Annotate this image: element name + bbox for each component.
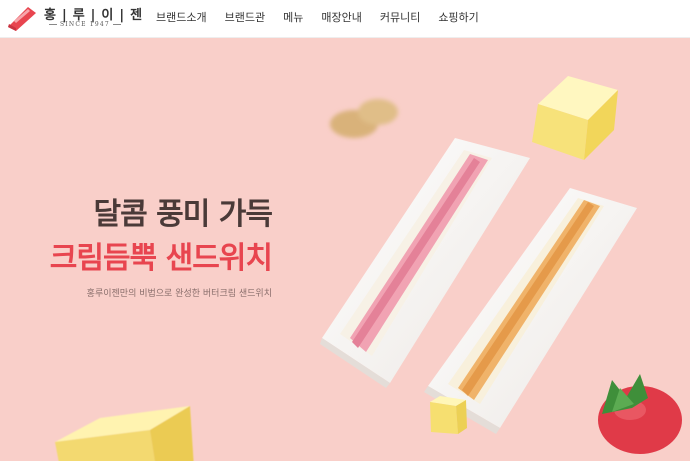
hero-subtext: 홍루이젠만의 비법으로 완성한 버터크림 샌드위치 [86,289,272,299]
butter-block-blurred [55,406,194,461]
hero-banner: 달콤 풍미 가득 크림듬뿍 샌드위치 홍루이젠만의 비법으로 완성한 버터크림 … [0,38,690,461]
main-nav: 브랜드소개 브랜드관 메뉴 매장안내 커뮤니티 쇼핑하기 [156,9,497,25]
butter-cube-top [532,76,618,160]
butter-cube-small [430,396,467,434]
brand-since: SINCE 1947 [46,21,124,28]
strawberry-image [598,374,682,454]
nav-item-community[interactable]: 커뮤니티 [380,9,420,25]
nav-item-stores[interactable]: 매장안내 [321,9,361,25]
site-header: 홍|루|이|젠 SINCE 1947 브랜드소개 브랜드관 메뉴 매장안내 커뮤… [0,0,690,38]
nav-item-brand-intro[interactable]: 브랜드소개 [156,9,207,25]
nav-item-menu[interactable]: 메뉴 [283,9,303,25]
nav-item-shop[interactable]: 쇼핑하기 [438,9,478,25]
nuts-image [330,99,398,138]
sandwich-logo-icon [8,7,36,31]
hero-headline-accent: 크림듬뿍 샌드위치 [49,241,273,276]
hero-headline-primary: 달콤 풍미 가득 [93,197,273,232]
nav-item-brand-hall[interactable]: 브랜드관 [225,9,265,25]
brand-logo[interactable]: 홍|루|이|젠 SINCE 1947 [6,3,142,35]
